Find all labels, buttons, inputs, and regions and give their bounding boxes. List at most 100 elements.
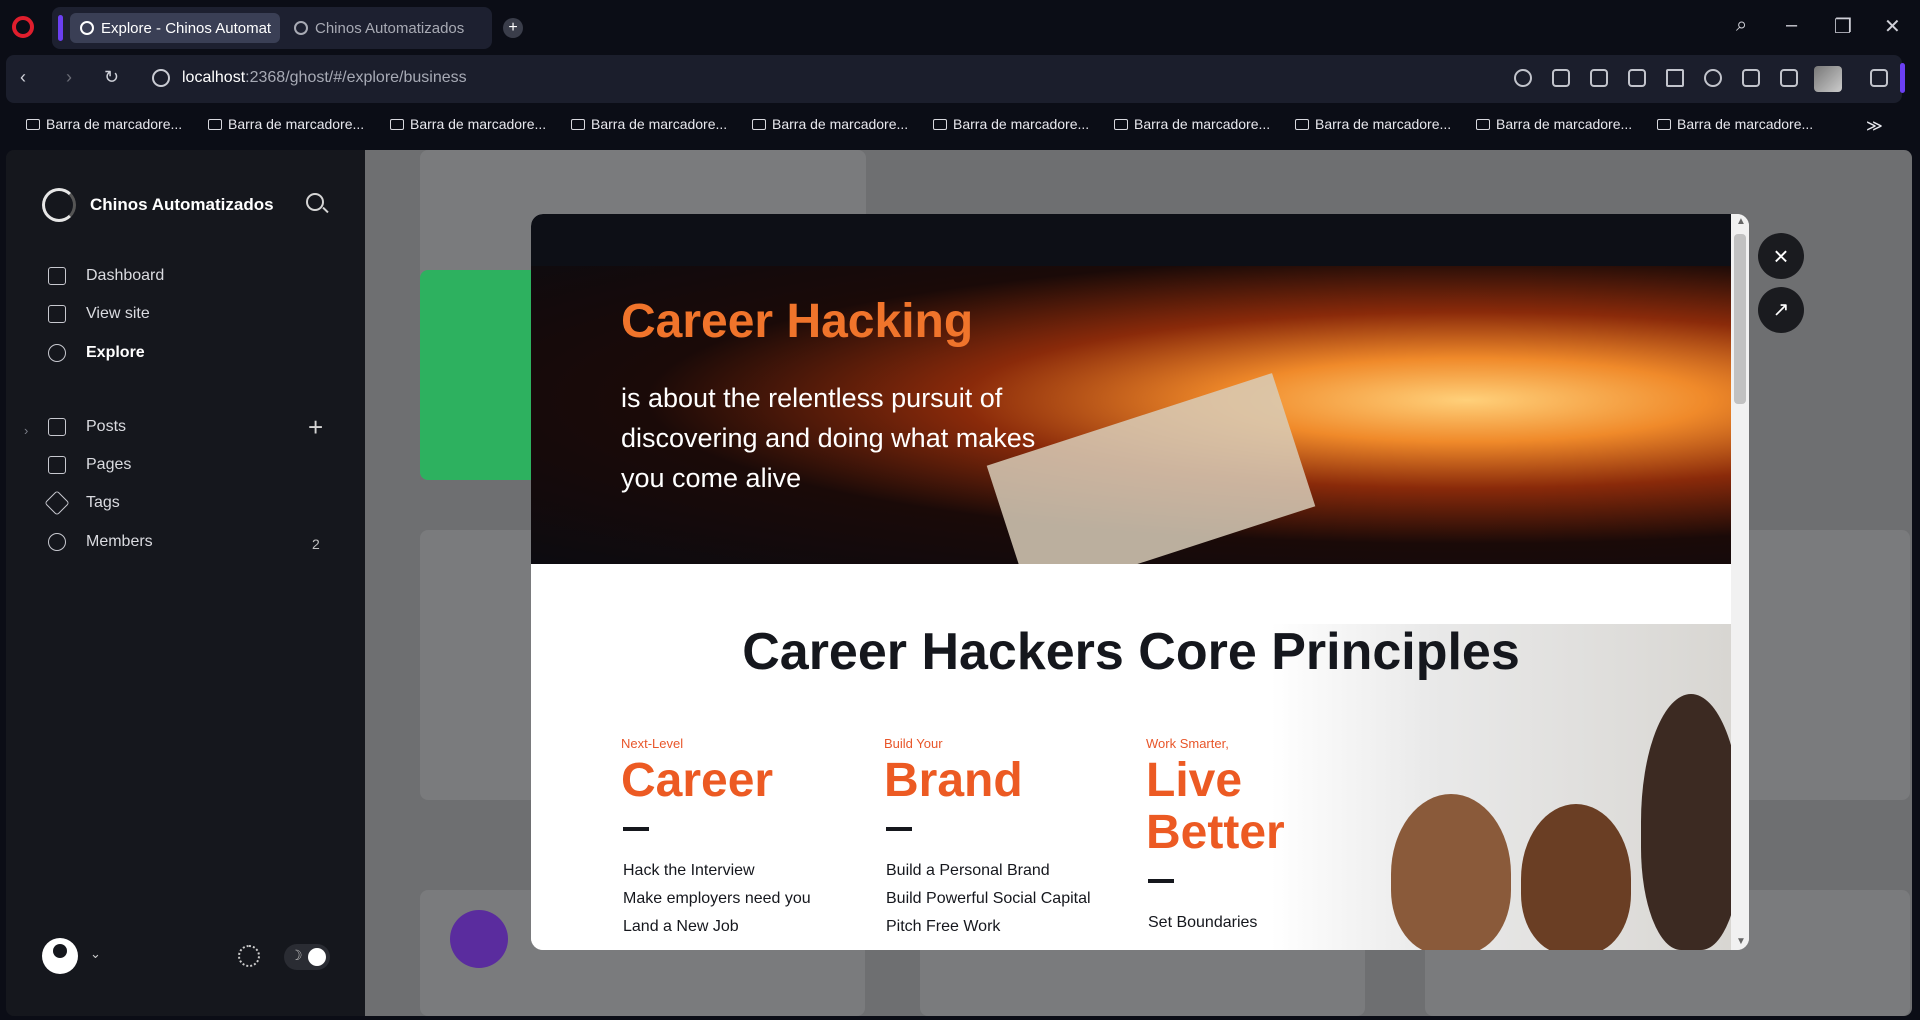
tab-explore[interactable]: Explore - Chinos Automat: [70, 13, 280, 43]
principle-item: Build a Personal Brand: [886, 862, 1050, 879]
site-logo-icon: [42, 188, 76, 222]
home-icon: [48, 267, 66, 285]
principle-item: Land a New Job: [623, 918, 739, 935]
new-tab-button[interactable]: +: [503, 18, 523, 38]
forward-button[interactable]: ›: [66, 67, 72, 88]
hero-section: Career Hacking is about the relentless p…: [531, 266, 1731, 599]
camera-icon[interactable]: [1590, 69, 1608, 87]
modal-scrollbar[interactable]: ▲ ▼: [1731, 214, 1749, 950]
bookmark-folder[interactable]: Barra de marcadore...: [1657, 116, 1813, 132]
close-icon: ×: [1773, 241, 1789, 271]
search-tabs-icon[interactable]: ⌕: [1736, 14, 1747, 37]
hero-title: Career Hacking: [621, 295, 974, 348]
divider: [886, 827, 912, 831]
person-illustration: [1641, 694, 1741, 950]
divider: [623, 827, 649, 831]
sidebar-item-view-site[interactable]: View site: [48, 305, 150, 323]
user-avatar[interactable]: [42, 938, 78, 974]
sidebar-item-members[interactable]: Members: [48, 533, 153, 551]
restore-button[interactable]: ❐: [1834, 14, 1852, 39]
scroll-up-arrow-icon[interactable]: ▲: [1736, 216, 1746, 227]
site-brand[interactable]: Chinos Automatizados: [42, 188, 274, 222]
bookmark-folder[interactable]: Barra de marcadore...: [571, 116, 727, 132]
opera-logo-icon[interactable]: [12, 16, 34, 38]
sidebar-item-label: View site: [86, 305, 150, 322]
extensions-cube-icon[interactable]: [1870, 69, 1888, 87]
site-info-icon[interactable]: [152, 69, 170, 87]
members-count-badge: 2: [312, 536, 320, 552]
heart-icon[interactable]: [1704, 69, 1722, 87]
download-icon[interactable]: [1742, 69, 1760, 87]
dark-mode-toggle[interactable]: ☽: [284, 944, 330, 970]
layout-icon: [48, 305, 66, 323]
posts-expand-chevron-icon[interactable]: ›: [24, 423, 28, 438]
tab-site[interactable]: Chinos Automatizados: [284, 13, 484, 43]
sidebar-accent: [1900, 63, 1905, 93]
open-external-button[interactable]: ↗: [1758, 287, 1804, 333]
principle-title: Brand: [884, 754, 1023, 807]
send-icon[interactable]: [1666, 69, 1684, 87]
bookmark-label: Barra de marcadore...: [1496, 116, 1633, 132]
principle-item: Hack the Interview: [623, 862, 755, 879]
settings-sliders-icon[interactable]: [1780, 69, 1798, 87]
search-icon[interactable]: [306, 193, 324, 211]
shield-icon[interactable]: [1628, 69, 1646, 87]
bookmark-folder[interactable]: Barra de marcadore...: [1295, 116, 1451, 132]
background-avatar: [450, 910, 508, 968]
sidebar-item-dashboard[interactable]: Dashboard: [48, 267, 164, 285]
sidebar-item-posts[interactable]: Posts: [48, 418, 126, 436]
principle-title: Career: [621, 754, 774, 807]
bookmarks-bar: Barra de marcadore... Barra de marcadore…: [0, 106, 1920, 144]
bookmark-folder[interactable]: Barra de marcadore...: [933, 116, 1089, 132]
zoom-icon[interactable]: [1514, 69, 1532, 87]
url-path: :2368/ghost/#/explore/business: [245, 69, 467, 86]
chevron-down-icon[interactable]: ⌄: [90, 946, 101, 962]
sidebar: Chinos Automatizados Dashboard View site…: [6, 150, 365, 1016]
gear-icon[interactable]: [238, 945, 260, 967]
folder-icon: [1476, 118, 1490, 130]
globe-icon: [48, 344, 66, 362]
principle-column-live-better: Work Smarter, Live Better Set Boundaries: [1146, 736, 1386, 937]
sidebar-item-tags[interactable]: Tags: [44, 490, 120, 516]
bookmark-folder[interactable]: Barra de marcadore...: [390, 116, 546, 132]
reload-button[interactable]: ↻: [104, 67, 119, 88]
sidebar-item-label: Tags: [86, 494, 120, 511]
sidebar-item-label: Dashboard: [86, 267, 165, 284]
person-illustration: [1391, 794, 1511, 950]
close-window-button[interactable]: ✕: [1884, 14, 1901, 39]
bookmark-label: Barra de marcadore...: [46, 116, 183, 132]
ghost-favicon-icon: [80, 21, 94, 35]
scrollbar-thumb[interactable]: [1734, 234, 1746, 404]
bookmark-folder[interactable]: Barra de marcadore...: [752, 116, 908, 132]
bookmark-label: Barra de marcadore...: [1677, 116, 1814, 132]
bookmark-folder[interactable]: Barra de marcadore...: [1476, 116, 1632, 132]
folder-icon: [933, 118, 947, 130]
profile-avatar[interactable]: [1814, 66, 1842, 92]
sidebar-item-pages[interactable]: Pages: [48, 456, 131, 474]
bookmark-folder[interactable]: Barra de marcadore...: [1114, 116, 1270, 132]
scroll-down-arrow-icon[interactable]: ▼: [1736, 936, 1746, 947]
new-post-button[interactable]: +: [308, 412, 323, 443]
bookmark-folder[interactable]: Barra de marcadore...: [26, 116, 182, 132]
principle-item: Set Boundaries: [1148, 914, 1258, 931]
close-modal-button[interactable]: ×: [1758, 233, 1804, 279]
principle-kicker: Build Your: [884, 736, 943, 751]
person-illustration: [1521, 804, 1631, 950]
url-field[interactable]: localhost:2368/ghost/#/explore/business: [182, 69, 467, 87]
site-name: Chinos Automatizados: [90, 195, 274, 214]
share-icon[interactable]: [1552, 69, 1570, 87]
tab-title: Explore - Chinos Automat: [101, 19, 272, 37]
ghost-favicon-icon: [294, 21, 308, 35]
folder-icon: [1295, 118, 1309, 130]
theme-preview-modal: Career Hacking is about the relentless p…: [531, 214, 1749, 950]
minimize-button[interactable]: –: [1786, 14, 1797, 37]
sidebar-item-label: Pages: [86, 456, 132, 473]
preview-header-strip: [531, 214, 1731, 266]
bookmarks-overflow-button[interactable]: ≫: [1866, 116, 1883, 136]
folder-icon: [1114, 118, 1128, 130]
external-link-icon: ↗: [1772, 299, 1790, 321]
bookmark-folder[interactable]: Barra de marcadore...: [208, 116, 364, 132]
divider: [1148, 879, 1174, 883]
back-button[interactable]: ‹: [20, 67, 26, 88]
sidebar-item-explore[interactable]: Explore: [48, 344, 145, 362]
